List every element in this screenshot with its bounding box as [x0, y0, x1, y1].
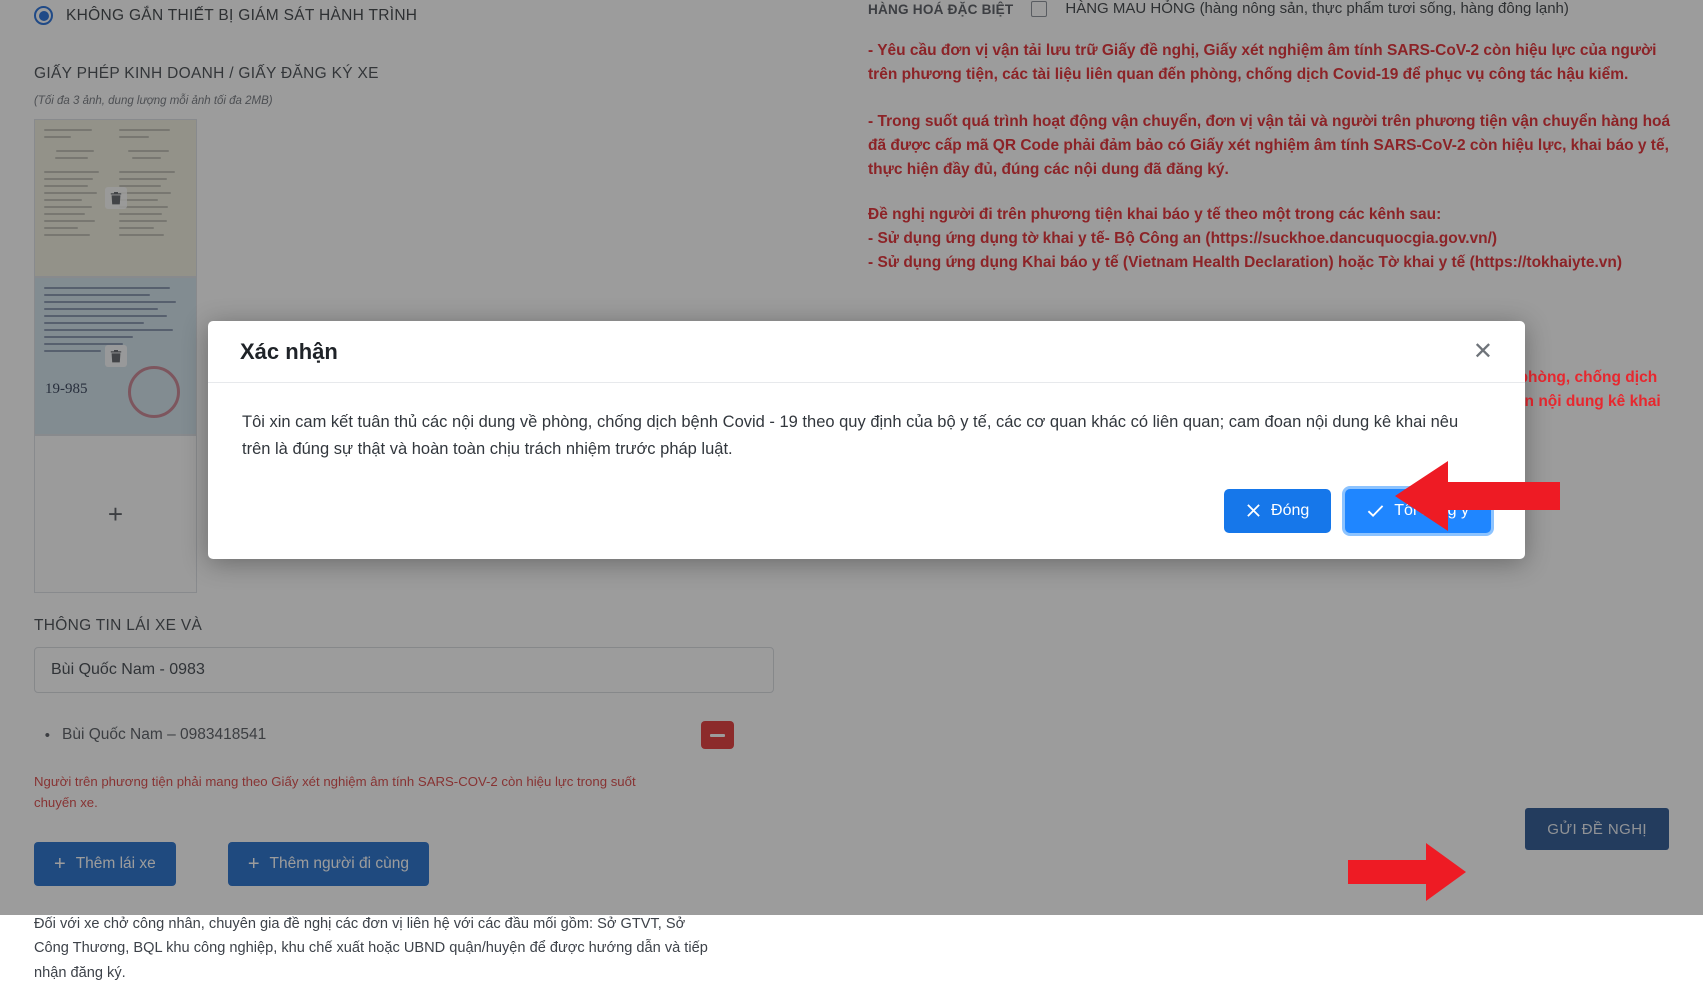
notice-fragment-b: đoan nội dung kê khai — [1497, 393, 1661, 411]
close-button-label: Đóng — [1271, 501, 1310, 519]
confirmation-modal: Xác nhận ✕ Tôi xin cam kết tuân thủ các … — [208, 321, 1525, 559]
modal-title: Xác nhận — [240, 338, 338, 364]
modal-footer: Đóng Tôi đồng ý — [208, 469, 1525, 559]
annotation-arrow-agree — [1395, 460, 1560, 532]
modal-header: Xác nhận ✕ — [208, 321, 1525, 383]
modal-body-text: Tôi xin cam kết tuân thủ các nội dung về… — [242, 413, 1459, 458]
close-button[interactable]: Đóng — [1224, 488, 1332, 533]
x-icon — [1247, 504, 1260, 518]
check-icon — [1368, 505, 1384, 517]
close-icon[interactable]: ✕ — [1467, 336, 1499, 368]
notice-fragment-right: về phòng, chống dịch đoan nội dung kê kh… — [1497, 366, 1697, 415]
footer-note: Đối với xe chở công nhân, chuyên gia đề … — [34, 915, 708, 981]
notice-fragment-a: về phòng, chống dịch — [1497, 369, 1658, 386]
annotation-arrow-submit — [1348, 843, 1466, 901]
